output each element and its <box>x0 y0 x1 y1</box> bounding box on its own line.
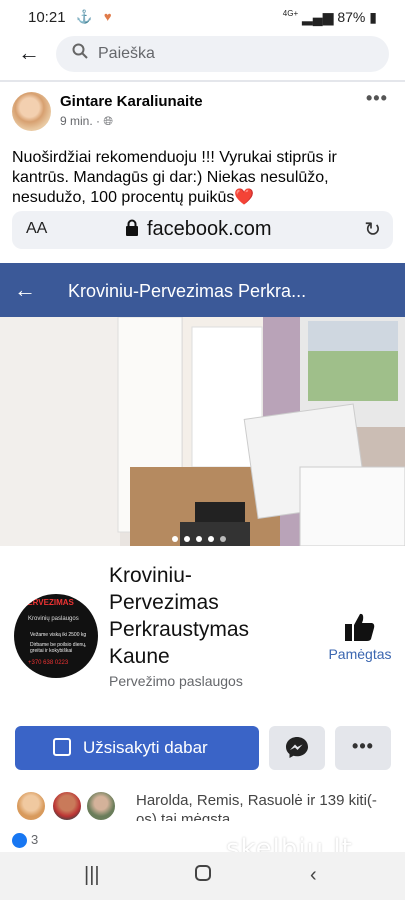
friend-avatar <box>15 790 47 822</box>
author-name[interactable]: Gintare Karaliunaite <box>60 93 203 110</box>
browser-address-bar[interactable]: AA facebook.com ↻ <box>12 211 393 249</box>
status-time: 10:21 <box>28 9 66 26</box>
url-text: facebook.com <box>147 218 272 240</box>
logo-line: Krovinių paslaugos <box>28 616 79 622</box>
friends-avatars <box>15 790 120 822</box>
back-arrow-icon[interactable]: ← <box>14 38 44 68</box>
thumbs-up-icon <box>345 613 375 641</box>
logo-line: Vežame viską iki 2500 kg <box>30 632 87 638</box>
liked-button[interactable]: Pamėgtas <box>322 612 398 662</box>
order-now-button[interactable]: Užsisakyti dabar <box>15 726 259 770</box>
embedded-header-title: Kroviniu-Pervezimas Perkra... <box>68 281 307 301</box>
cover-photo[interactable] <box>0 317 405 546</box>
friend-avatar <box>51 790 83 822</box>
order-now-label: Užsisakyti dabar <box>83 738 208 757</box>
logo-line: Dirbame be poilsio dienų, greitai ir kok… <box>30 642 87 654</box>
back-nav-icon[interactable]: ‹ <box>310 864 317 887</box>
embedded-header: ← Kroviniu-Pervezimas Perkra... <box>0 263 405 317</box>
page-dot <box>196 536 202 542</box>
globe-icon: 🌐︎ <box>103 114 113 128</box>
page-dot <box>208 536 214 542</box>
post-text: Nuoširdžiai rekomenduoju !!! Vyrukai sti… <box>12 149 337 206</box>
page-dot <box>220 536 226 542</box>
page-profile-picture[interactable]: PERVEZIMAS Krovinių paslaugos Vežame vis… <box>14 594 98 678</box>
text-size-button[interactable]: AA <box>26 220 47 238</box>
reactions-summary[interactable]: 3 <box>12 832 39 849</box>
author-avatar[interactable] <box>12 92 51 131</box>
logo-phone: +370 638 0223 <box>28 660 69 666</box>
post-text-block: Nuoširdžiai rekomenduoju !!! Vyrukai sti… <box>12 148 397 208</box>
friend-avatar <box>85 790 117 822</box>
post-time: 9 min. · <box>60 114 101 128</box>
signal-icon: ▂▄▆ <box>302 9 334 25</box>
battery-percent: 87% <box>337 9 366 25</box>
network-indicator: 4G+ <box>282 9 299 18</box>
friends-like-text: Harolda, Remis, Rasuolė ir 139 kiti(-os)… <box>136 792 377 821</box>
search-placeholder: Paieška <box>98 45 155 62</box>
page-dot <box>172 536 178 542</box>
notification-icons: ⚓ ♥ <box>76 9 116 24</box>
status-right: 4G+ ▂▄▆ 87% ▮ <box>283 9 377 26</box>
recent-apps-icon[interactable]: ||| <box>84 864 100 887</box>
lock-icon <box>125 219 138 236</box>
messenger-icon <box>286 737 308 758</box>
calendar-icon <box>53 738 71 756</box>
page-category: Pervežimo paslaugos <box>109 673 243 689</box>
reaction-count: 3 <box>31 832 39 847</box>
page-name[interactable]: Kroviniu-Pervezimas Perkraustymas Kaune <box>109 562 299 670</box>
home-icon[interactable] <box>194 864 212 888</box>
embedded-back-arrow-icon[interactable]: ← <box>14 277 36 303</box>
status-bar: 10:21 ⚓ ♥ 4G+ ▂▄▆ 87% ▮ <box>0 0 405 34</box>
like-icon <box>12 833 27 849</box>
divider <box>0 80 405 82</box>
reload-icon[interactable]: ↻ <box>364 217 381 242</box>
logo-line: PERVEZIMAS <box>22 598 74 607</box>
battery-icon: ▮ <box>369 9 377 25</box>
page-dot <box>184 536 190 542</box>
messenger-button[interactable] <box>269 726 325 770</box>
photo-pagination <box>172 529 232 547</box>
post-meta: 9 min. · 🌐︎ <box>60 114 113 129</box>
post-more-icon[interactable]: ••• <box>366 88 388 109</box>
liked-label: Pamėgtas <box>328 646 392 662</box>
search-input[interactable]: Paieška <box>56 36 389 72</box>
system-nav-bar: ||| ‹ <box>0 852 405 900</box>
heart-emoji: ❤️ <box>234 189 255 206</box>
more-options-button[interactable]: ••• <box>335 726 391 770</box>
search-icon <box>72 43 88 64</box>
